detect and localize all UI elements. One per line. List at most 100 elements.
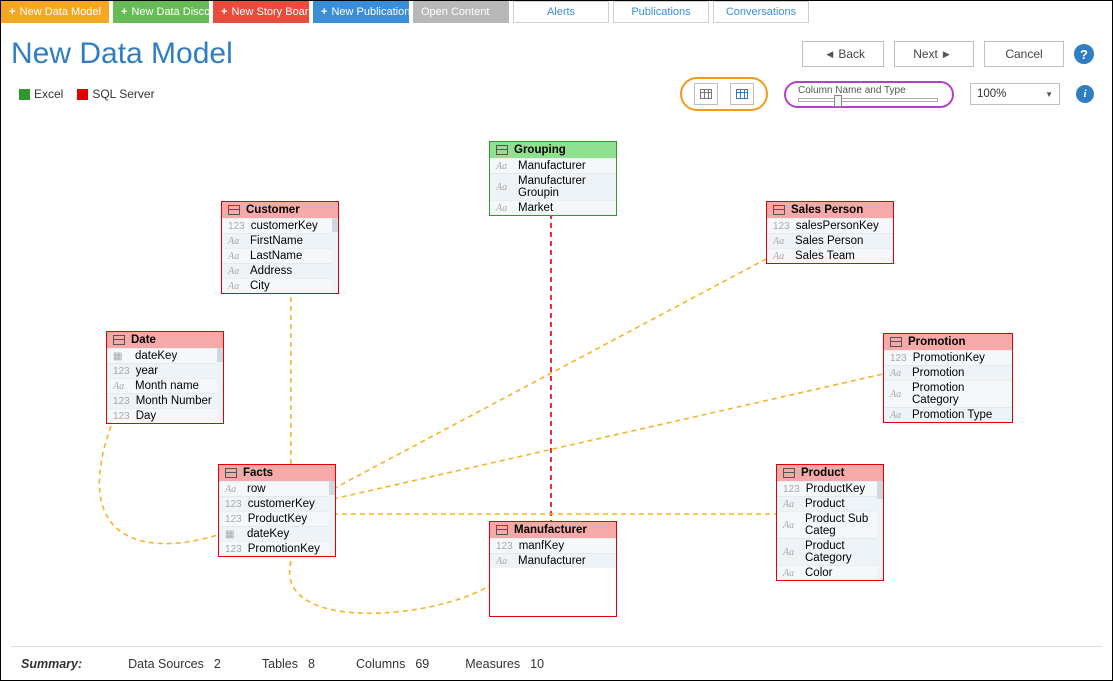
table-sales-person[interactable]: Sales Person 123salesPersonKeyAaSales Pe… <box>766 201 894 264</box>
detail-slider[interactable] <box>798 96 938 102</box>
tab-new-publication[interactable]: +New Publication <box>313 1 409 23</box>
cancel-label: Cancel <box>1005 47 1042 61</box>
datatype-icon: Aa <box>890 389 906 400</box>
table-column[interactable]: ▦dateKey <box>219 526 335 541</box>
table-column[interactable]: 123manfKey <box>490 538 616 553</box>
table-column[interactable]: 123Day <box>107 408 223 423</box>
tab-new-data-discovery[interactable]: +New Data Discovery <box>113 1 209 23</box>
column-name: Market <box>518 202 553 214</box>
scroll-thumb-icon[interactable] <box>877 481 883 499</box>
datatype-icon: 123 <box>773 221 790 232</box>
datatype-icon: Aa <box>228 236 244 247</box>
cancel-button[interactable]: Cancel <box>984 41 1064 67</box>
tab-new-data-model[interactable]: +New Data Model <box>1 1 109 23</box>
table-header[interactable]: Facts <box>219 465 335 481</box>
model-canvas[interactable]: Grouping AaManufacturerAaManufacturer Gr… <box>11 119 1102 638</box>
table-column[interactable]: AaAddress <box>222 263 338 278</box>
table-header[interactable]: Sales Person <box>767 202 893 218</box>
back-arrow-icon: ◀ <box>826 49 833 60</box>
table-column[interactable]: Aarow <box>219 481 335 496</box>
scrollbar[interactable] <box>877 481 883 580</box>
layout-toggle-group <box>680 77 768 111</box>
table-facts[interactable]: Facts Aarow123customerKey123ProductKey▦d… <box>218 464 336 557</box>
table-column[interactable]: 123customerKey <box>222 218 338 233</box>
table-column[interactable]: Aa LastName <box>222 248 338 263</box>
table-header[interactable]: Promotion <box>884 334 1012 350</box>
datatype-icon: Aa <box>228 251 244 262</box>
scroll-thumb-icon[interactable] <box>217 348 223 362</box>
table-column[interactable]: AaFirstName <box>222 233 338 248</box>
info-icon[interactable]: i <box>1076 85 1094 103</box>
scroll-thumb-icon[interactable] <box>329 481 335 495</box>
table-grouping[interactable]: Grouping AaManufacturerAaManufacturer Gr… <box>489 141 617 216</box>
column-name: row <box>247 483 266 495</box>
summary-data-sources: Data Sources2 <box>128 657 226 671</box>
table-rows: AaManufacturerAaManufacturer GroupinAaMa… <box>490 158 616 215</box>
table-header[interactable]: Manufacturer <box>490 522 616 538</box>
table-column[interactable]: 123Month Number <box>107 393 223 408</box>
table-column[interactable]: 123salesPersonKey <box>767 218 893 233</box>
layout-grid-blue-button[interactable] <box>730 83 754 105</box>
datatype-icon: Aa <box>225 484 241 495</box>
tab-label: New Story Board <box>231 6 314 18</box>
datatype-icon: Aa <box>496 556 512 567</box>
zoom-select[interactable]: 100%▼ <box>970 83 1060 105</box>
table-manufacturer[interactable]: Manufacturer 123manfKeyAaManufacturer <box>489 521 617 617</box>
tab-alerts[interactable]: Alerts <box>513 1 609 23</box>
tab-publications[interactable]: Publications <box>613 1 709 23</box>
table-promotion[interactable]: Promotion 123PromotionKeyAaPromotionAaPr… <box>883 333 1013 423</box>
table-column[interactable]: 123ProductKey <box>219 511 335 526</box>
layout-grid-button[interactable] <box>694 83 718 105</box>
table-customer[interactable]: Customer 123customerKeyAaFirstNameAaLast… <box>221 201 339 294</box>
table-column[interactable]: 123ProductKey <box>777 481 883 496</box>
table-header[interactable]: Product <box>777 465 883 481</box>
table-column[interactable]: AaMarket <box>490 200 616 215</box>
back-label: Back <box>838 47 865 61</box>
scrollbar[interactable] <box>332 218 338 293</box>
tab-open-content[interactable]: Open Content <box>413 1 509 23</box>
scroll-thumb-icon[interactable] <box>332 218 338 232</box>
table-column[interactable]: AaPromotion <box>884 365 1012 380</box>
tab-conversations[interactable]: Conversations <box>713 1 809 23</box>
table-column[interactable]: AaManufacturer Groupin <box>490 173 616 200</box>
summary-columns: Columns69 <box>356 657 429 671</box>
table-column[interactable]: ▦dateKey <box>107 348 223 363</box>
datatype-icon: 123 <box>225 499 242 510</box>
column-name: LastName <box>250 250 302 262</box>
table-column[interactable]: AaSales Team <box>767 248 893 263</box>
table-column[interactable]: 123year <box>107 363 223 378</box>
table-icon <box>228 205 240 215</box>
table-column[interactable]: 123PromotionKey <box>219 541 335 556</box>
datatype-icon: 123 <box>783 484 800 495</box>
table-column[interactable]: AaProduct <box>777 496 883 511</box>
scrollbar[interactable] <box>329 481 335 556</box>
table-date[interactable]: Date ▦dateKey123yearAaMonth name123Month… <box>106 331 224 424</box>
table-column[interactable]: AaPromotion Category <box>884 380 1012 407</box>
table-product[interactable]: Product 123ProductKeyAaProductAaProduct … <box>776 464 884 581</box>
table-header[interactable]: Grouping <box>490 142 616 158</box>
column-name: PromotionKey <box>248 543 320 555</box>
table-column[interactable]: AaPromotion Type <box>884 407 1012 422</box>
back-button[interactable]: ◀ Back <box>802 41 884 67</box>
table-header[interactable]: Date <box>107 332 223 348</box>
table-column[interactable]: 123PromotionKey <box>884 350 1012 365</box>
slider-thumb-icon[interactable] <box>834 95 842 107</box>
tab-new-story-board[interactable]: +New Story Board <box>213 1 309 23</box>
table-column[interactable]: AaColor <box>777 565 883 580</box>
table-column[interactable]: AaCity <box>222 278 338 293</box>
help-icon[interactable]: ? <box>1074 44 1094 64</box>
table-column[interactable]: AaProduct Category <box>777 538 883 565</box>
table-column[interactable]: AaSales Person <box>767 233 893 248</box>
table-column[interactable]: AaManufacturer <box>490 158 616 173</box>
detail-slider-label: Column Name and Type <box>798 85 906 96</box>
column-name: dateKey <box>135 350 177 362</box>
table-header[interactable]: Customer <box>222 202 338 218</box>
scrollbar[interactable] <box>217 348 223 423</box>
table-column[interactable]: 123customerKey <box>219 496 335 511</box>
datatype-icon: Aa <box>783 499 799 510</box>
table-column[interactable]: AaMonth name <box>107 378 223 393</box>
table-column[interactable]: AaProduct Sub Categ <box>777 511 883 538</box>
next-button[interactable]: Next▶ <box>894 41 974 67</box>
table-column[interactable]: AaManufacturer <box>490 553 616 568</box>
zoom-value: 100% <box>977 88 1006 100</box>
